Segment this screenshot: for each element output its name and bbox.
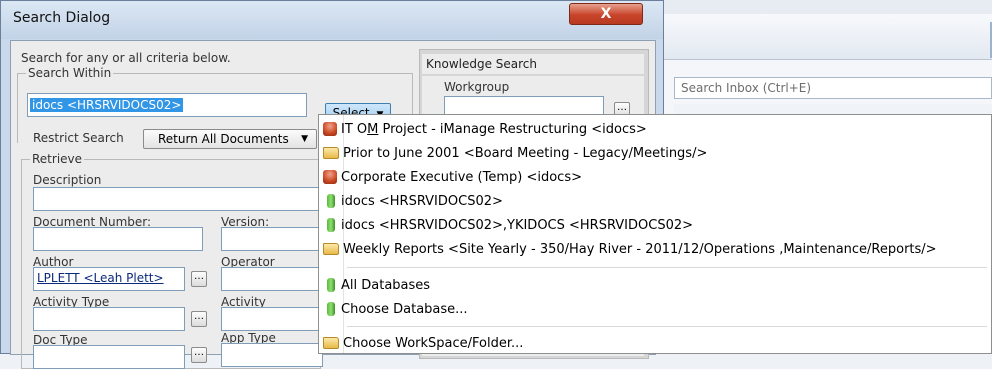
menu-item-choose-workspace-folder[interactable]: Choose WorkSpace/Folder... [323,333,983,355]
ellipsis-icon: … [617,102,627,113]
description-field[interactable] [33,187,323,211]
menu-item-label: Prior to June 2001 <Board Meeting - Lega… [343,146,708,161]
knowledge-search-header: Knowledge Search [422,54,644,74]
menu-item-label: idocs <HRSRVIDOCS02> [341,194,503,209]
background-ribbon [660,14,992,60]
menu-item-label: Choose Database... [341,302,468,317]
folder-icon [323,146,339,159]
database-green-icon [327,301,335,316]
doc-type-browse-button[interactable]: … [191,347,207,363]
search-within-group-label: Search Within [26,66,114,80]
background-titlebar [660,0,992,15]
ellipsis-icon: … [194,271,204,282]
operator-field[interactable] [221,267,323,291]
chevron-down-icon: ▼ [301,134,308,144]
search-within-field[interactable]: idocs <HRSRVIDOCS02> [27,93,307,117]
database-green-icon [327,193,335,208]
dialog-titlebar[interactable]: Search Dialog X [1,1,663,39]
description-label: Description [33,173,102,187]
activity-type-field[interactable] [33,307,185,331]
retrieve-group-label: Retrieve [30,152,85,166]
restrict-search-value: Return All Documents [158,132,289,146]
author-browse-button[interactable]: … [191,271,207,287]
close-icon: X [600,6,612,22]
database-green-icon [327,277,335,292]
author-field[interactable]: LPLETT <Leah Plett> [33,267,185,291]
menu-separator [347,326,987,327]
menu-item-idocs[interactable]: idocs <HRSRVIDOCS02> [323,191,983,213]
folder-icon [323,242,339,255]
menu-item-label: All Databases [341,278,431,293]
version-field[interactable] [221,227,323,251]
database-red-icon [323,169,337,184]
document-number-field[interactable] [33,227,203,251]
doc-type-field[interactable] [33,345,185,369]
menu-item-choose-database[interactable]: Choose Database... [323,299,983,321]
close-button[interactable]: X [569,3,643,25]
app-type-field[interactable] [221,343,323,367]
select-database-menu: IT OM Project - iManage Restructuring <i… [318,114,992,354]
menu-item-corporate-executive[interactable]: Corporate Executive (Temp) <idocs> [323,167,983,189]
menu-item-it-om-project[interactable]: IT OM Project - iManage Restructuring <i… [323,119,983,141]
instructions-text: Search for any or all criteria below. [21,51,231,65]
database-green-icon [327,217,335,232]
workgroup-label: Workgroup [444,80,510,94]
menu-separator [347,267,987,268]
menu-item-idocs-ykidocs[interactable]: idocs <HRSRVIDOCS02>,YKIDOCS <HRSRVIDOCS… [323,215,983,237]
menu-item-label: Weekly Reports <Site Yearly - 350/Hay Ri… [343,242,937,257]
menu-item-label-pre: IT O [341,122,368,137]
menu-item-prior-to-june-2001[interactable]: Prior to June 2001 <Board Meeting - Lega… [323,143,983,165]
ellipsis-icon: … [194,347,204,358]
activity-type-browse-button[interactable]: … [191,311,207,327]
menu-item-all-databases[interactable]: All Databases [323,275,983,297]
inbox-search-input[interactable]: Search Inbox (Ctrl+E) [674,77,992,99]
menu-item-label: idocs <HRSRVIDOCS02>,YKIDOCS <HRSRVIDOCS… [341,218,694,233]
folder-icon [323,336,339,349]
database-red-icon [323,121,337,136]
author-value: LPLETT <Leah Plett> [37,271,164,285]
search-within-value: idocs <HRSRVIDOCS02> [30,98,184,112]
dialog-title: Search Dialog [13,10,111,26]
menu-item-accelerator: M [367,122,379,137]
menu-item-label: Corporate Executive (Temp) <idocs> [341,170,582,185]
menu-item-label: Choose WorkSpace/Folder... [343,336,524,351]
menu-item-label-post: Project - iManage Restructuring <idocs> [378,122,647,137]
ellipsis-icon: … [194,311,204,322]
menu-item-weekly-reports[interactable]: Weekly Reports <Site Yearly - 350/Hay Ri… [323,239,983,261]
restrict-search-dropdown[interactable]: Return All Documents ▼ [143,129,317,149]
restrict-search-label: Restrict Search [33,131,124,145]
activity-field[interactable] [221,307,323,331]
